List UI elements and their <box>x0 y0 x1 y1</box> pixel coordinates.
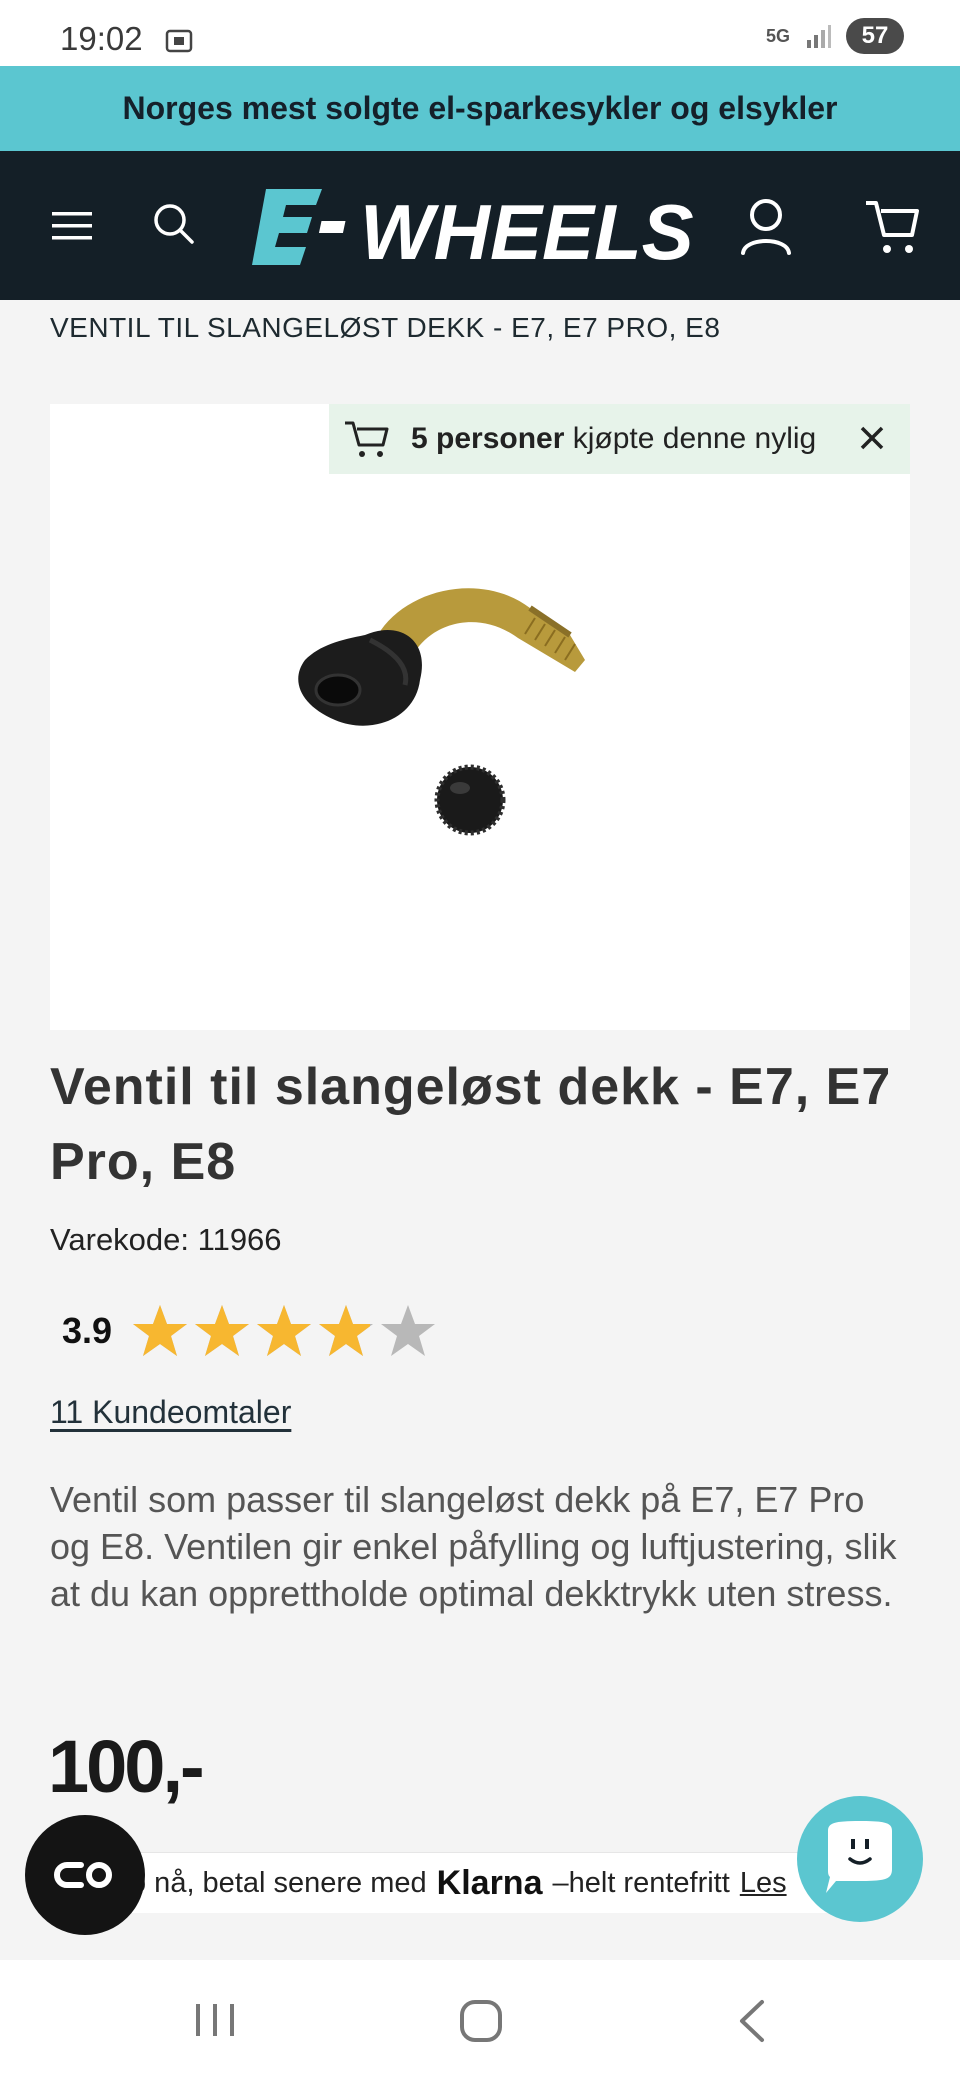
reviews-link[interactable]: 11 Kundeomtaler <box>50 1394 291 1431</box>
social-proof-badge: 5 personer kjøpte denne nylig <box>329 404 910 474</box>
signal-icon <box>807 25 831 48</box>
klarna-banner: o nå, betal senere med Klarna –helt rent… <box>116 1852 856 1913</box>
rating-value: 3.9 <box>62 1310 113 1351</box>
social-proof-text: 5 personer kjøpte denne nylig <box>411 422 816 456</box>
product-image[interactable] <box>280 560 660 860</box>
breadcrumb: VENTIL TIL SLANGELØST DEKK - E7, E7 PRO,… <box>50 312 721 343</box>
klarna-prefix: o nå, betal senere med <box>130 1866 427 1899</box>
back-icon[interactable] <box>734 1998 770 2044</box>
system-nav-bar <box>0 1960 960 2080</box>
social-proof-count: 5 personer <box>411 422 565 455</box>
star-icon <box>133 1305 188 1356</box>
sku-row: Varekode: 11966 <box>50 1222 282 1258</box>
close-icon[interactable] <box>854 420 890 456</box>
promo-banner[interactable]: Norges mest solgte el-sparkesykler og el… <box>0 66 960 151</box>
accessibility-button[interactable] <box>25 1815 145 1935</box>
site-header: WHEELS <box>0 151 960 300</box>
product-price: 100,- <box>48 1725 205 1808</box>
social-proof-rest: kjøpte denne nylig <box>564 422 817 455</box>
logo-text: WHEELS <box>360 188 694 273</box>
search-icon[interactable] <box>150 196 198 256</box>
product-title: Ventil til slangeløst dekk - E7, E7 Pro,… <box>50 1058 892 1191</box>
status-bar: 19:02 5G 57 <box>0 0 960 66</box>
klarna-suffix: –helt rentefritt <box>552 1866 730 1899</box>
menu-icon[interactable] <box>50 206 94 246</box>
e-wheels-logo[interactable]: WHEELS <box>252 181 712 273</box>
cart-icon[interactable] <box>864 197 920 257</box>
status-time: 19:02 <box>60 20 143 57</box>
star-icon <box>195 1305 250 1356</box>
battery-icon: 57 <box>846 18 904 54</box>
chat-icon <box>826 1821 892 1893</box>
user-icon[interactable] <box>738 195 794 257</box>
home-icon[interactable] <box>458 1998 504 2044</box>
screen-record-icon <box>165 29 193 53</box>
chat-button[interactable] <box>797 1796 923 1922</box>
sku-value: 11966 <box>197 1222 282 1257</box>
accessibility-icon <box>54 1862 112 1888</box>
rating-row: 3.9 <box>62 1302 438 1360</box>
cart-icon <box>345 421 389 457</box>
klarna-logo: Klarna <box>436 1863 543 1902</box>
klarna-read-more-link[interactable]: Les <box>740 1867 787 1900</box>
rating-stars <box>130 1302 438 1360</box>
star-icon <box>381 1305 436 1356</box>
sku-label: Varekode: <box>50 1222 190 1257</box>
star-icon <box>319 1305 374 1356</box>
product-description: Ventil som passer til slangeløst dekk på… <box>50 1479 897 1614</box>
star-icon <box>257 1305 312 1356</box>
recent-apps-icon[interactable] <box>190 1998 240 2042</box>
network-type: 5G <box>765 26 790 46</box>
